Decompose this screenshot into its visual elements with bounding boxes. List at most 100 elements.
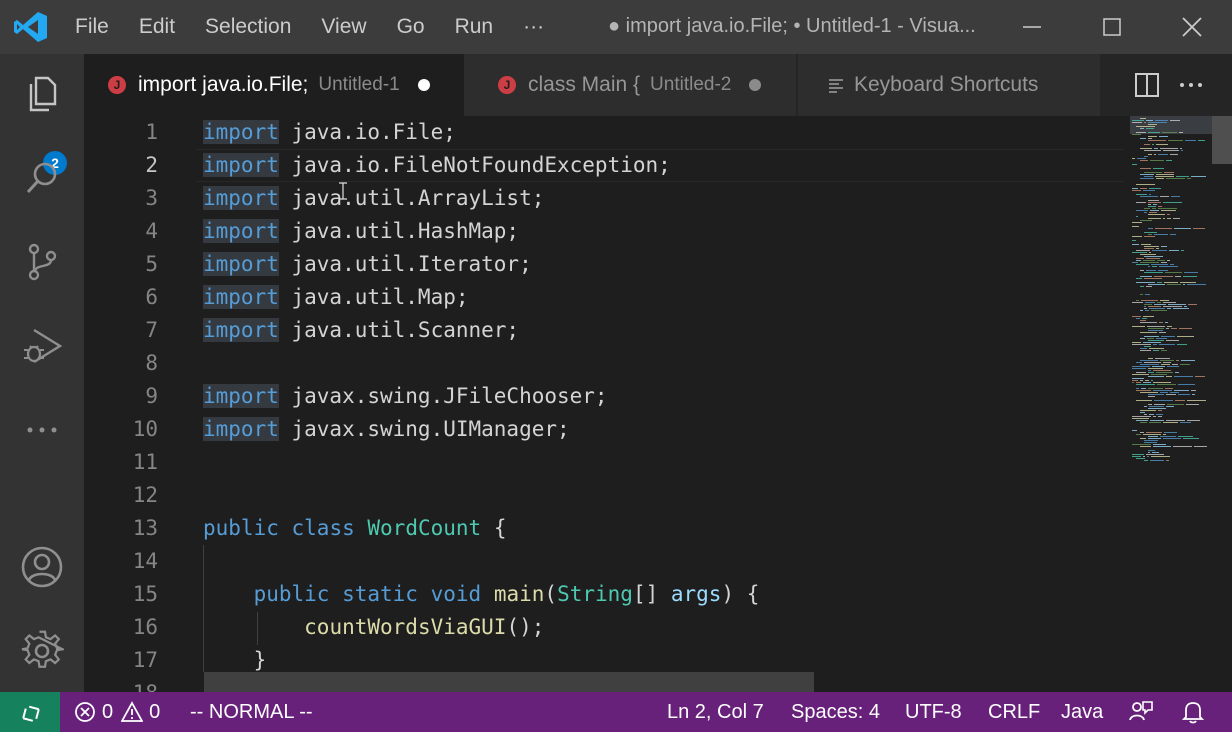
minimap-line — [1167, 218, 1171, 219]
menu-more[interactable]: ··· — [508, 15, 559, 39]
minimap-line — [1178, 394, 1190, 395]
code-line[interactable]: 1 import java.io.File; — [84, 116, 1124, 149]
code-token: javax.swing.UIManager; — [278, 417, 570, 441]
explorer-button[interactable] — [18, 70, 66, 118]
code-token: String — [557, 582, 633, 606]
code-line[interactable]: 4 import java.util.HashMap; — [84, 215, 1124, 248]
bell-icon — [1182, 702, 1204, 724]
split-editor-button[interactable] — [1134, 72, 1160, 98]
minimap-line — [1132, 226, 1139, 227]
minimap-line — [1164, 432, 1177, 433]
minimap-line — [1148, 124, 1157, 125]
code-line[interactable]: 3 import java.util.ArrayList; — [84, 182, 1124, 215]
minimap-line — [1153, 168, 1164, 169]
editor-more-actions-button[interactable] — [1178, 72, 1204, 98]
minimap-line — [1156, 174, 1174, 175]
notifications-button[interactable] — [1182, 692, 1204, 732]
keyword-highlight: import — [203, 186, 279, 210]
minimap-line — [1146, 454, 1164, 455]
minimap-line — [1157, 384, 1176, 385]
code-line[interactable]: 15 public static void main(String[] args… — [84, 578, 1124, 611]
code-line[interactable]: 7 import java.util.Scanner; — [84, 314, 1124, 347]
code-line[interactable]: 9 import javax.swing.JFileChooser; — [84, 380, 1124, 413]
menu-file[interactable]: File — [60, 15, 124, 39]
language-mode-button[interactable]: Java — [1061, 692, 1103, 732]
source-control-icon — [28, 243, 57, 281]
minimap-line — [1144, 272, 1163, 273]
minimap-line — [1148, 136, 1157, 137]
minimap-line — [1136, 216, 1138, 217]
error-count: 0 — [102, 700, 114, 723]
minimap-line — [1140, 360, 1158, 361]
code-line[interactable]: 2 import java.io.FileNotFoundException; — [84, 149, 1124, 182]
code-line[interactable]: 11 — [84, 446, 1124, 479]
code-line[interactable]: 5 import java.util.Iterator; — [84, 248, 1124, 281]
minimap-line — [1136, 264, 1149, 265]
line-number: 16 — [132, 615, 158, 639]
accounts-button[interactable] — [18, 543, 66, 591]
horizontal-scrollbar[interactable] — [204, 672, 814, 692]
minimap-line — [1166, 406, 1174, 407]
minimap-line — [1140, 438, 1146, 439]
minimap-line — [1154, 400, 1173, 401]
minimap-line — [1145, 302, 1155, 303]
minimize-button[interactable] — [992, 0, 1072, 54]
minimap-line — [1179, 328, 1192, 329]
minimap-line — [1153, 204, 1157, 205]
menu-run[interactable]: Run — [440, 15, 509, 39]
search-button[interactable] — [18, 154, 66, 202]
minimap-line — [1140, 160, 1148, 161]
minimap-line — [1140, 422, 1147, 423]
maximize-button[interactable] — [1072, 0, 1152, 54]
more-views-button[interactable] — [18, 406, 66, 454]
encoding-button[interactable]: UTF-8 — [905, 692, 962, 732]
run-debug-button[interactable] — [18, 322, 66, 370]
minimize-icon — [1023, 26, 1041, 28]
indentation-button[interactable]: Spaces: 4 — [791, 692, 880, 732]
end-of-line-button[interactable]: CRLF — [988, 692, 1040, 732]
cursor-position-button[interactable]: Ln 2, Col 7 — [667, 692, 764, 732]
code-editor[interactable]: 1 import java.io.File; 2 import java.io.Fil… — [84, 116, 1124, 692]
code-line[interactable]: 12 — [84, 479, 1124, 512]
minimap-line — [1170, 264, 1174, 265]
vertical-scrollbar[interactable] — [1212, 116, 1232, 164]
remote-indicator-button[interactable] — [0, 692, 60, 732]
code-line[interactable]: 6 import java.util.Map; — [84, 281, 1124, 314]
code-token: countWordsViaGUI — [304, 615, 507, 639]
code-line[interactable]: 13 public class WordCount { — [84, 512, 1124, 545]
code-line[interactable]: 10 import javax.swing.UIManager; — [84, 413, 1124, 446]
source-control-button[interactable] — [18, 238, 66, 286]
minimap-line — [1170, 120, 1180, 121]
menu-view[interactable]: View — [306, 15, 381, 39]
unsaved-dot-icon[interactable] — [749, 79, 762, 91]
minimap-line — [1156, 372, 1173, 373]
minimap[interactable] — [1124, 116, 1232, 692]
minimap-line — [1140, 310, 1143, 311]
minimap-line — [1161, 364, 1170, 365]
menu-bar: File Edit Selection View Go Run ··· — [60, 0, 559, 54]
minimap-line — [1140, 128, 1144, 129]
menu-selection[interactable]: Selection — [190, 15, 306, 39]
close-window-button[interactable] — [1152, 0, 1232, 54]
minimap-line — [1174, 376, 1193, 377]
tab-keyboard-shortcuts[interactable]: Keyboard Shortcuts — [798, 54, 1100, 116]
minimap-line — [1136, 132, 1146, 133]
menu-go[interactable]: Go — [382, 15, 440, 39]
manage-button[interactable] — [18, 627, 66, 675]
menu-edit[interactable]: Edit — [124, 15, 190, 39]
code-line[interactable]: 16 countWordsViaGUI(); — [84, 611, 1124, 644]
minimap-line — [1167, 308, 1171, 309]
unsaved-dot-icon[interactable] — [417, 79, 430, 91]
tab-untitled-1[interactable]: J import java.io.File; Untitled-1 — [84, 54, 464, 116]
feedback-button[interactable] — [1128, 692, 1154, 732]
run-debug-icon — [24, 328, 63, 364]
tab-untitled-2[interactable]: J class Main { Untitled-2 — [464, 54, 796, 116]
code-line[interactable]: 14 — [84, 545, 1124, 578]
code-token: public — [253, 582, 330, 606]
code-line[interactable]: 8 — [84, 347, 1124, 380]
minimap-line — [1140, 262, 1159, 263]
minimap-line — [1136, 260, 1141, 261]
problems-button[interactable]: 0 0 — [74, 692, 160, 732]
minimap-line — [1151, 310, 1167, 311]
minimap-line — [1136, 300, 1139, 301]
